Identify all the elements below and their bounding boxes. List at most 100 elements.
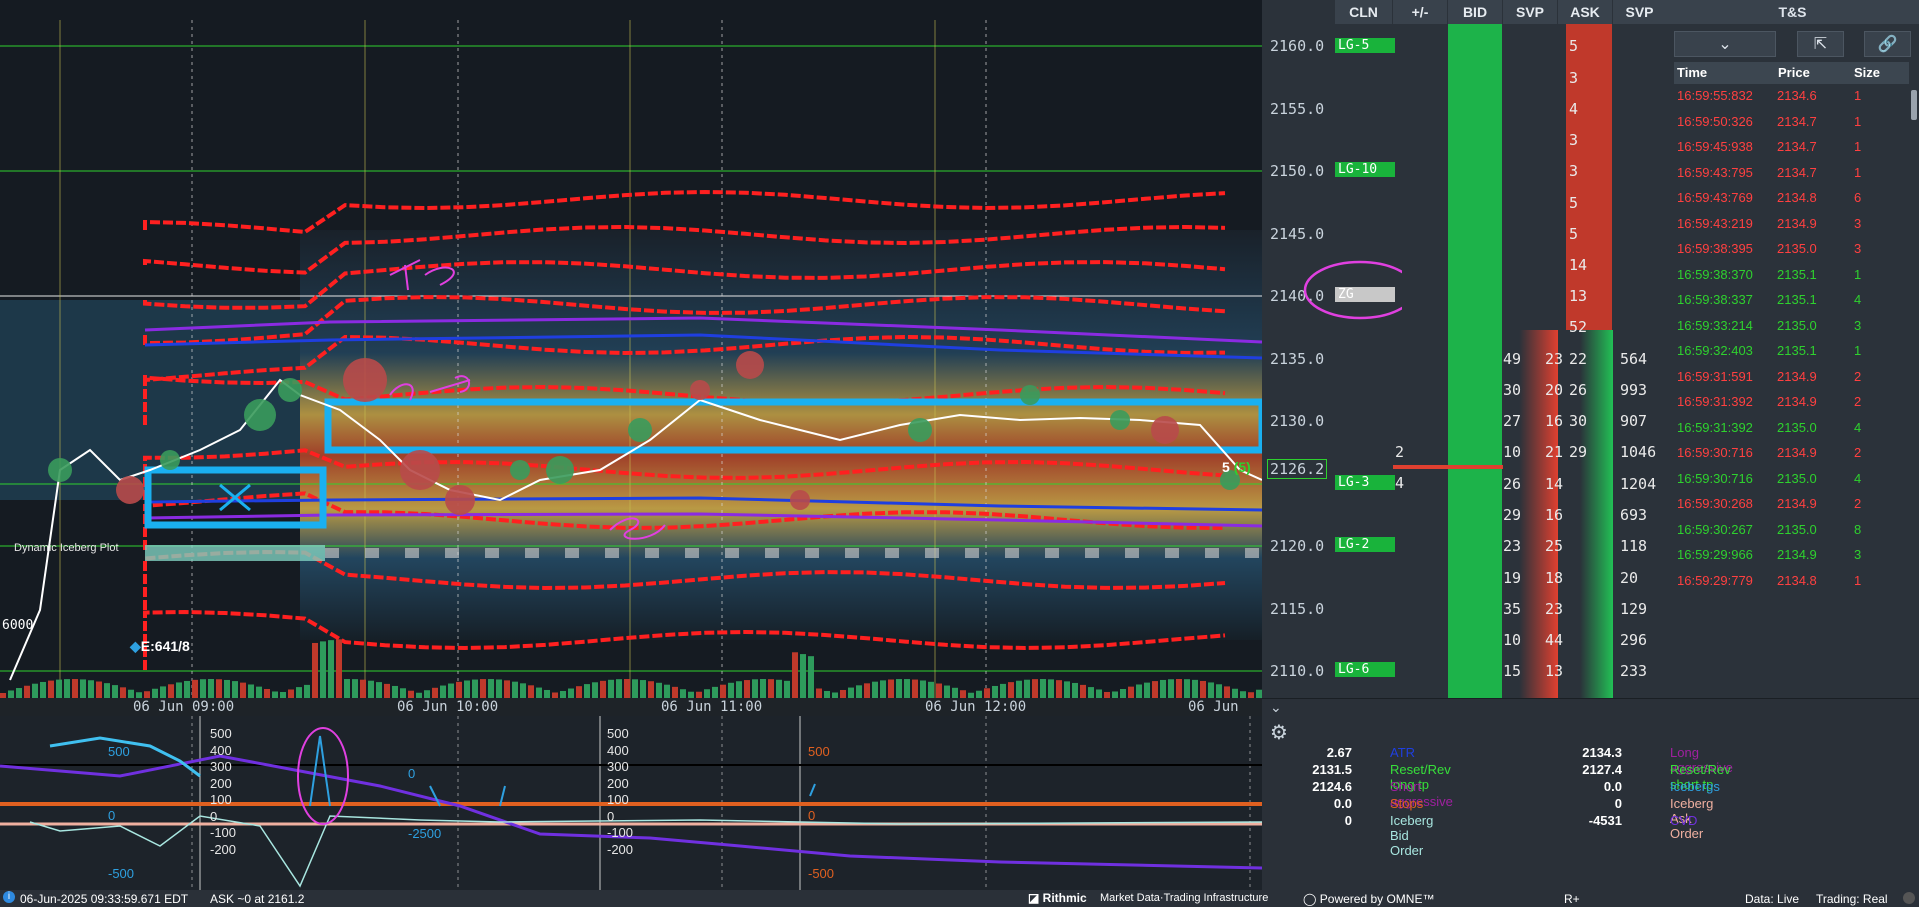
ts-row: 16:59:38:395 2135.0 3 (1674, 241, 1909, 269)
ts-time: 16:59:31:392 (1677, 394, 1753, 409)
col-header-bid[interactable]: BID (1448, 0, 1502, 24)
volume-bar (192, 679, 198, 698)
volume-bar (752, 679, 758, 698)
ts-time: 16:59:31:392 (1677, 419, 1753, 435)
indicator-value: 0.0 (1333, 796, 1352, 811)
trade-bubble (510, 460, 530, 480)
col-header-ask-svp[interactable]: SVP (1613, 0, 1666, 24)
x-label: 06 Jun (1188, 699, 1239, 715)
ts-price: 2134.8 (1777, 190, 1817, 205)
volume-bar (48, 680, 54, 698)
volume-bar (160, 686, 166, 698)
volume-bar (168, 684, 174, 698)
price-label: 2120.0 (1270, 537, 1325, 555)
popout-button[interactable]: ⇱ (1797, 31, 1844, 57)
volume-bar (880, 680, 886, 698)
ts-scrollbar[interactable] (1911, 90, 1917, 120)
x-label: 06 Jun 09:00 (133, 699, 235, 715)
volume-bar (1032, 679, 1038, 698)
ts-price: 2134.8 (1777, 572, 1817, 588)
ts-size: 1 (1854, 113, 1862, 129)
volume-bar (1144, 682, 1150, 698)
volume-bar (992, 685, 998, 698)
ts-row: 16:59:30:716 2134.9 2 (1674, 445, 1909, 473)
volume-bar (392, 685, 398, 698)
study-pane[interactable]: 500 400 300 200 100 0 -100 -200 500 400 300 200 1… (0, 716, 1262, 890)
volume-bar (32, 683, 38, 698)
indicator-value: 2134.3 (1582, 745, 1622, 760)
heatmap-chart[interactable]: Dynamic Iceberg Plot ◆E:641/8 6000 (0, 0, 1262, 698)
ladder-value: 29 (1503, 506, 1522, 524)
ladder-value: 19 (1503, 569, 1522, 587)
chevron-down-icon[interactable]: ⌄ (1270, 700, 1282, 716)
ts-row: 16:59:32:403 2135.1 1 (1674, 343, 1909, 371)
col-price[interactable]: Price (1778, 62, 1810, 84)
ladder-value: 23 (1545, 350, 1564, 368)
volume-bar (320, 641, 326, 698)
link-button[interactable]: 🔗 (1864, 31, 1911, 57)
info-icon[interactable]: i (3, 891, 15, 903)
ladder-value: 3 (1569, 69, 1579, 87)
col-header-bid-svp[interactable]: SVP (1503, 0, 1557, 24)
trade-bubble (628, 418, 652, 442)
volume-bar (1136, 684, 1142, 698)
indicator-value: 2127.4 (1582, 762, 1622, 777)
volume-bar (1192, 679, 1198, 698)
col-size[interactable]: Size (1854, 62, 1880, 84)
volume-bar (648, 681, 654, 698)
volume-bar (584, 684, 590, 698)
volume-bar (672, 686, 678, 698)
col-time[interactable]: Time (1677, 62, 1707, 84)
volume-bar (464, 680, 470, 698)
volume-bar (424, 690, 430, 698)
volume-bar (680, 689, 686, 698)
volume-bar (504, 680, 510, 698)
volume-bar (632, 679, 638, 698)
indicator-readout: ⌄ ⚙ 2.67 ATR 2134.3 Long aggressive 2131.5 Re… (1262, 698, 1919, 890)
price-ladder[interactable]: CLN +/- BID SVP ASK SVP 2160.0 2155.0 21… (1262, 0, 1666, 698)
study-inline-label: 500 (108, 744, 130, 759)
status-bar: i 06-Jun-2025 09:33:59.671 EDT ASK ~0 at… (0, 890, 1919, 907)
indicator-label: ATR (1390, 745, 1416, 760)
volume-bar (800, 654, 806, 698)
ts-price: 2134.9 (1777, 445, 1817, 460)
dropdown-button[interactable]: ⌄ (1674, 31, 1776, 57)
volume-bar (528, 685, 534, 698)
indicator-value: 2124.6 (1312, 779, 1352, 794)
volume-bar (888, 679, 894, 698)
volume-bar (216, 679, 222, 698)
ts-price: 2134.9 (1777, 547, 1817, 562)
volume-bar (1040, 679, 1046, 698)
heatmap-canvas[interactable] (0, 0, 1262, 698)
trade-bubble (160, 450, 180, 470)
volume-bar (952, 687, 958, 698)
trade-bubble (400, 450, 440, 490)
ts-price: 2134.7 (1777, 139, 1817, 154)
ladder-value: 18 (1545, 569, 1564, 587)
ts-row: 16:59:29:966 2134.9 3 (1674, 547, 1909, 575)
volume-bar (792, 652, 798, 698)
ts-time: 16:59:29:779 (1677, 572, 1753, 588)
volume-bar (352, 679, 358, 698)
ts-row: 16:59:31:392 2135.0 4 (1674, 420, 1909, 448)
volume-bar (560, 690, 566, 698)
time-and-sales[interactable]: T&S ⌄ ⇱ 🔗 Time Price Size 16:59:55:832 21… (1666, 0, 1919, 698)
ts-time: 16:59:55:832 (1677, 88, 1753, 103)
ladder-value: 10 (1503, 631, 1522, 649)
volume-bar (592, 682, 598, 698)
ladder-value: 27 (1503, 412, 1522, 430)
ts-time: 16:59:50:326 (1677, 113, 1753, 129)
settings-gear-icon[interactable]: ⚙ (1270, 720, 1288, 744)
volume-bar (432, 687, 438, 698)
volume-bar (824, 690, 830, 698)
ladder-value: 23 (1545, 600, 1564, 618)
ladder-value: 14 (1545, 475, 1564, 493)
ts-time: 16:59:31:591 (1677, 368, 1753, 384)
col-header-ask[interactable]: ASK (1558, 0, 1612, 24)
volume-bar (664, 684, 670, 698)
trade-bubble (736, 351, 764, 379)
volume-bar (256, 686, 262, 698)
volume-bar (248, 684, 254, 698)
ts-time: 16:59:43:795 (1677, 164, 1753, 180)
volume-bar (1064, 681, 1070, 698)
